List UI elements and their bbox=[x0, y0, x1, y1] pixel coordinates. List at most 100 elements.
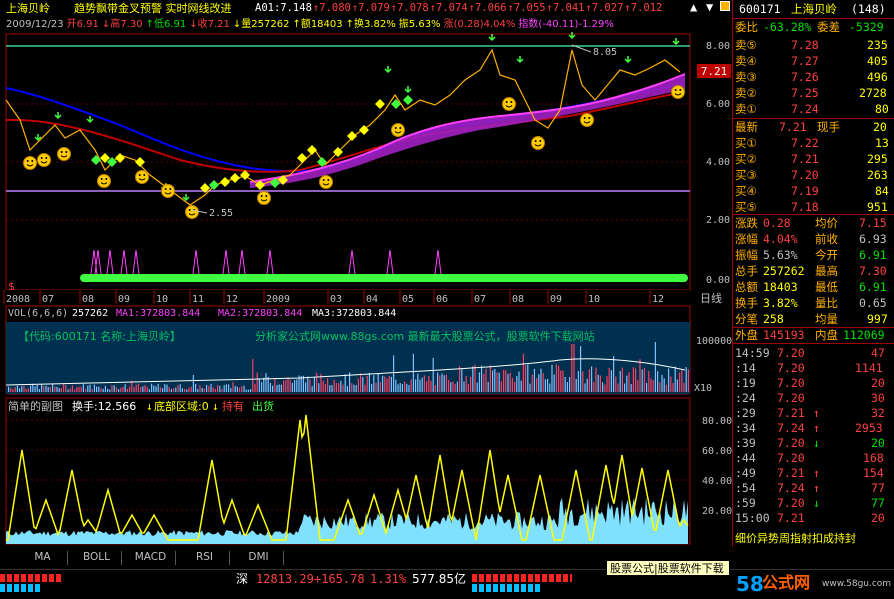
header-value: ↑7.055 bbox=[507, 2, 546, 14]
volume-bar bbox=[331, 385, 333, 392]
volume-bar bbox=[212, 387, 214, 392]
panel-tabs-label: 细价异势周指射扣成持封 bbox=[735, 532, 856, 545]
stat-row: 总额 18403 最低 6.91 bbox=[733, 280, 894, 294]
stat-row-cell: 6.93 bbox=[859, 232, 887, 246]
stat-row-cell: 4.04% bbox=[763, 232, 798, 246]
volume-bar bbox=[597, 374, 599, 392]
volume-bar bbox=[646, 382, 648, 392]
volume-bar bbox=[641, 369, 643, 392]
outer-value: 145193 bbox=[763, 328, 805, 342]
tick-row-cell: 14:59 bbox=[735, 346, 770, 360]
date-label: 08 bbox=[82, 294, 94, 305]
stat-row: 总手 257262 最高 7.30 bbox=[733, 264, 894, 278]
ask-row-cell: 卖② bbox=[735, 86, 757, 100]
tick-row-cell: 7.21 bbox=[777, 406, 805, 420]
tab-boll[interactable]: BOLL bbox=[72, 551, 122, 565]
tick-row-cell: 7.21 bbox=[777, 511, 805, 525]
stat-row-cell: 5.63% bbox=[763, 248, 798, 262]
volume-value: 257262 bbox=[72, 308, 108, 319]
tooltip: 股票公式|股票软件下载 bbox=[606, 560, 730, 576]
tick-row: 15:00 7.21 20 bbox=[733, 511, 894, 525]
stat-row-cell: 均量 bbox=[815, 312, 838, 326]
stat-row-cell: 前收 bbox=[815, 232, 838, 246]
tab-rsi[interactable]: RSI bbox=[180, 551, 230, 565]
ask-row-cell: 7.28 bbox=[791, 38, 819, 52]
volume-bar bbox=[170, 389, 172, 392]
ask-row-cell: 2728 bbox=[859, 86, 887, 100]
tick-row: :39 7.20 ↓ 20 bbox=[733, 436, 894, 450]
tick-row-cell: :24 bbox=[735, 391, 756, 405]
volume-bar bbox=[164, 384, 166, 392]
volume-bar bbox=[419, 379, 421, 392]
ratio-value: -63.28% bbox=[763, 20, 812, 34]
indicator-toggle-icon[interactable] bbox=[720, 1, 730, 11]
stat-row-cell: 3.82% bbox=[763, 296, 798, 310]
volume-bar bbox=[82, 384, 84, 392]
order-ratio-row: 委比 -63.28% 委差 -5329 bbox=[733, 20, 894, 34]
header-value: ↑7.066 bbox=[468, 2, 507, 14]
bid-row-cell: 263 bbox=[867, 168, 888, 182]
stat-row-cell: 18403 bbox=[763, 280, 798, 294]
volume-bar bbox=[118, 389, 120, 392]
volume-bar bbox=[525, 365, 527, 392]
ask-row: 卖③ 7.26 496 bbox=[733, 70, 894, 84]
volume-bar bbox=[665, 384, 667, 392]
bid-row: 买④ 7.19 84 bbox=[733, 184, 894, 198]
code-banner: 【代码:600171 名称:上海贝岭】 bbox=[18, 329, 181, 343]
volume-bar bbox=[197, 389, 199, 392]
volume-bar bbox=[283, 380, 285, 392]
market-label: 深 bbox=[236, 572, 249, 586]
down-arrow-icon[interactable]: ▼ bbox=[706, 1, 713, 13]
volume-bar bbox=[503, 369, 505, 392]
volume-bar bbox=[481, 365, 483, 392]
status-bar: 深 12813.29 +165.78 1.31% 577.85亿 股票公式|股票… bbox=[0, 560, 894, 599]
smiley-icon bbox=[135, 170, 149, 184]
volume-bar bbox=[313, 376, 315, 392]
volume-bar bbox=[159, 387, 161, 392]
volume-bar bbox=[577, 370, 579, 392]
volume-bar bbox=[142, 386, 144, 392]
volume-bar bbox=[676, 379, 678, 392]
tick-row-cell: :14 bbox=[735, 361, 756, 375]
volume-bar bbox=[258, 378, 260, 392]
volume-bar bbox=[69, 388, 71, 392]
volume-bar bbox=[137, 383, 139, 392]
volume-bar bbox=[195, 383, 197, 392]
volume-bar bbox=[421, 377, 423, 392]
volume-bar bbox=[186, 389, 188, 392]
volume-bar bbox=[309, 379, 311, 392]
logo-url[interactable]: www.58gu.com bbox=[822, 580, 891, 589]
volume-bar bbox=[261, 382, 263, 392]
panel-tabs[interactable]: 细价异势周指射扣成持封 bbox=[733, 532, 894, 546]
volume-bar bbox=[124, 384, 126, 392]
up-arrow-icon[interactable]: ▲ bbox=[690, 1, 697, 13]
volume-bar bbox=[250, 389, 252, 392]
volume-bar bbox=[360, 373, 362, 392]
volume-bar bbox=[410, 379, 412, 392]
latest-value: 7.21 bbox=[779, 120, 807, 134]
volume-bar bbox=[8, 386, 10, 392]
tick-row-cell: 30 bbox=[871, 391, 885, 405]
tick-row-cell: ↑ bbox=[813, 481, 820, 495]
tick-row-cell: 7.21 bbox=[777, 466, 805, 480]
tab-ma[interactable]: MA bbox=[18, 551, 68, 565]
volume-bar bbox=[278, 384, 280, 392]
volume-bar bbox=[254, 384, 256, 392]
header-value: ↑7.079 bbox=[351, 2, 390, 14]
hand-label: 现手 bbox=[817, 120, 840, 134]
tab-macd[interactable]: MACD bbox=[126, 551, 176, 565]
volume-bar bbox=[49, 387, 51, 392]
chart-area[interactable]: 8.006.004.002.000.00 7.21 8.05 2.55 $ 20… bbox=[0, 17, 732, 547]
tab-dmi[interactable]: DMI bbox=[234, 551, 284, 565]
volume-bar bbox=[498, 372, 500, 392]
volume-bar bbox=[382, 375, 384, 392]
volume-bar bbox=[364, 384, 366, 392]
stat-row-cell: 7.30 bbox=[859, 264, 887, 278]
volume-bar bbox=[65, 385, 67, 392]
tick-row-cell: 168 bbox=[863, 451, 884, 465]
volume-bar bbox=[505, 370, 507, 392]
ask-row: 卖⑤ 7.28 235 bbox=[733, 38, 894, 52]
volume-bar bbox=[412, 353, 414, 392]
tick-row: :14 7.20 1141 bbox=[733, 361, 894, 375]
volume-bar bbox=[509, 372, 511, 392]
